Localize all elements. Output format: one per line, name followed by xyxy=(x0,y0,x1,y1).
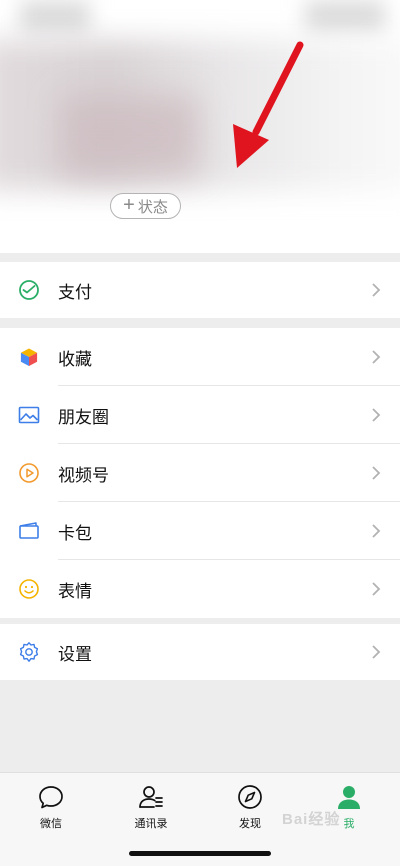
channels-play-icon xyxy=(18,462,40,484)
pay-icon xyxy=(18,279,40,301)
pay-section: 支付 xyxy=(0,262,400,318)
collection-cube-icon xyxy=(18,346,40,368)
annotation-arrow-icon xyxy=(233,41,304,168)
menu-item-settings[interactable]: 设置 xyxy=(0,624,400,680)
chevron-right-icon xyxy=(372,582,381,596)
chevron-right-icon xyxy=(372,524,381,538)
contacts-icon xyxy=(139,786,163,808)
menu-label-moments: 朋友圈 xyxy=(58,407,109,427)
plus-icon: + xyxy=(123,194,135,216)
tab-chats[interactable]: 微信 xyxy=(11,783,91,831)
features-section: 收藏 朋友圈 视频号 卡包 表情 xyxy=(0,328,400,618)
wallet-card-icon xyxy=(18,520,40,542)
chevron-right-icon xyxy=(372,350,381,364)
profile-header[interactable]: + 状态 xyxy=(0,0,400,253)
chevron-right-icon xyxy=(372,645,381,659)
moments-picture-icon xyxy=(18,404,40,426)
smiley-icon xyxy=(18,578,40,600)
menu-label-stickers: 表情 xyxy=(58,581,92,601)
tab-label-chats: 微信 xyxy=(40,818,62,830)
menu-item-moments[interactable]: 朋友圈 xyxy=(0,386,400,444)
settings-section: 设置 xyxy=(0,624,400,680)
tab-contacts[interactable]: 通讯录 xyxy=(111,783,191,831)
menu-label-settings: 设置 xyxy=(58,644,92,664)
menu-item-collection[interactable]: 收藏 xyxy=(0,328,400,386)
menu-item-cards[interactable]: 卡包 xyxy=(0,502,400,560)
tab-discover[interactable]: 发现 xyxy=(210,783,290,831)
home-indicator xyxy=(129,851,271,856)
menu-label-pay: 支付 xyxy=(58,282,92,302)
tab-label-contacts: 通讯录 xyxy=(134,818,168,830)
menu-item-stickers[interactable]: 表情 xyxy=(0,560,400,618)
chat-bubble-icon xyxy=(39,786,63,809)
add-status-button[interactable]: + 状态 xyxy=(110,193,181,219)
gear-icon xyxy=(18,641,40,663)
menu-label-collection: 收藏 xyxy=(58,349,92,369)
chevron-right-icon xyxy=(372,466,381,480)
menu-label-channels: 视频号 xyxy=(58,465,109,485)
person-icon xyxy=(338,786,360,809)
tab-label-discover: 发现 xyxy=(239,818,261,830)
compass-icon xyxy=(238,785,262,809)
tab-label-me: 我 xyxy=(343,818,355,830)
add-status-label: 状态 xyxy=(137,198,168,216)
watermark: Bai经验 xyxy=(282,811,341,828)
menu-item-pay[interactable]: 支付 xyxy=(0,262,400,318)
menu-item-channels[interactable]: 视频号 xyxy=(0,444,400,502)
chevron-right-icon xyxy=(372,408,381,422)
chevron-right-icon xyxy=(372,283,381,297)
menu-label-cards: 卡包 xyxy=(58,523,92,543)
